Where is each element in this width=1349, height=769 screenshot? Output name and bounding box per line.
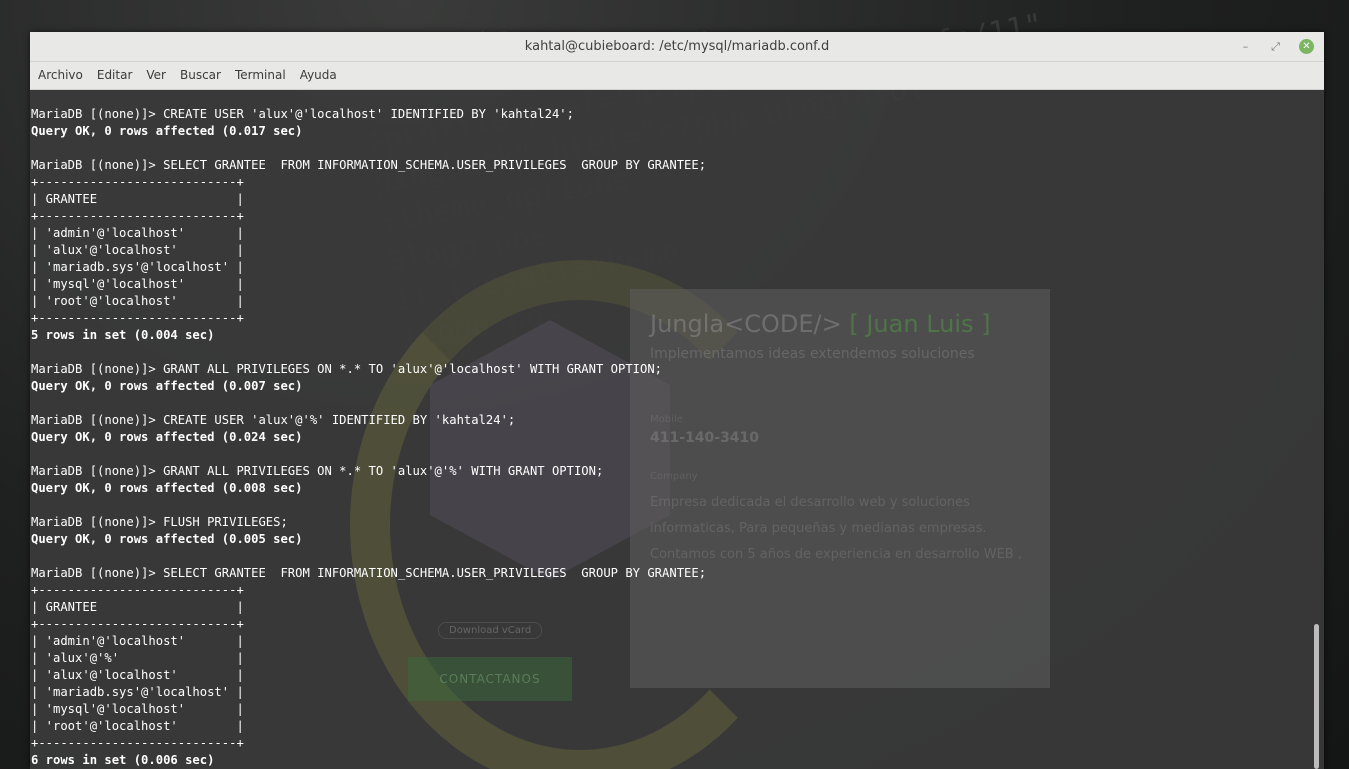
minimize-icon[interactable]: – — [1238, 39, 1253, 54]
background-site-description: Empresa dedicada el desarrollo web y sol… — [650, 490, 1030, 568]
terminal-line: Query OK, 0 rows affected (0.005 sec) — [31, 532, 303, 546]
terminal-line: 5 rows in set (0.004 sec) — [31, 328, 215, 342]
terminal-output: MariaDB [(none)]> CREATE USER 'alux'@'lo… — [31, 106, 706, 769]
close-icon[interactable]: ✕ — [1299, 39, 1314, 54]
terminal-line: +---------------------------+ — [31, 583, 244, 597]
background-desc-line: Contamos con 5 años de experiencia en de… — [650, 547, 1022, 562]
terminal-line: Query OK, 0 rows affected (0.017 sec) — [31, 124, 303, 138]
terminal-line: | GRANTEE | — [31, 192, 244, 206]
terminal-line: MariaDB [(none)]> FLUSH PRIVILEGES; — [31, 515, 288, 529]
terminal-line: | 'alux'@'localhost' | — [31, 668, 244, 682]
terminal-line: | 'mysql'@'localhost' | — [31, 702, 244, 716]
menu-terminal[interactable]: Terminal — [227, 62, 292, 89]
terminal-line: MariaDB [(none)]> CREATE USER 'alux'@'lo… — [31, 107, 574, 121]
terminal-line: Query OK, 0 rows affected (0.024 sec) — [31, 430, 303, 444]
maximize-icon[interactable]: ⤢ — [1268, 39, 1283, 54]
terminal-line: MariaDB [(none)]> CREATE USER 'alux'@'%'… — [31, 413, 516, 427]
terminal-line: MariaDB [(none)]> SELECT GRANTEE FROM IN… — [31, 566, 707, 580]
terminal-line: | 'alux'@'localhost' | — [31, 243, 244, 257]
terminal-line: +---------------------------+ — [31, 617, 244, 631]
terminal-line: | 'admin'@'localhost' | — [31, 634, 244, 648]
menu-archivo[interactable]: Archivo — [30, 62, 89, 89]
menu-ver[interactable]: Ver — [138, 62, 172, 89]
terminal-line: | 'mariadb.sys'@'localhost' | — [31, 260, 244, 274]
terminal-line: | 'root'@'localhost' | — [31, 719, 244, 733]
terminal-line: +---------------------------+ — [31, 736, 244, 750]
terminal-line: | 'mysql'@'localhost' | — [31, 277, 244, 291]
menu-bar: Archivo Editar Ver Buscar Terminal Ayuda — [30, 62, 1324, 90]
terminal-line: +---------------------------+ — [31, 209, 244, 223]
terminal-line: MariaDB [(none)]> SELECT GRANTEE FROM IN… — [31, 158, 707, 172]
background-desc-line: informaticas, Para pequeñas y medianas e… — [650, 521, 987, 536]
terminal-line: Query OK, 0 rows affected (0.007 sec) — [31, 379, 303, 393]
window-title: kahtal@cubieboard: /etc/mysql/mariadb.co… — [524, 39, 830, 54]
terminal-line: MariaDB [(none)]> GRANT ALL PRIVILEGES O… — [31, 464, 604, 478]
terminal-line: 6 rows in set (0.006 sec) — [31, 753, 215, 767]
menu-ayuda[interactable]: Ayuda — [292, 62, 343, 89]
terminal-line: +---------------------------+ — [31, 311, 244, 325]
background-desc-line: Empresa dedicada el desarrollo web y sol… — [650, 495, 970, 510]
menu-buscar[interactable]: Buscar — [172, 62, 227, 89]
terminal-line: | 'alux'@'%' | — [31, 651, 244, 665]
terminal-area[interactable]: Jungla<CODE/> [ Juan Luis ] Implementamo… — [30, 90, 1324, 769]
terminal-line: Query OK, 0 rows affected (0.008 sec) — [31, 481, 303, 495]
terminal-line: +---------------------------+ — [31, 175, 244, 189]
terminal-line: MariaDB [(none)]> GRANT ALL PRIVILEGES O… — [31, 362, 663, 376]
menu-editar[interactable]: Editar — [89, 62, 139, 89]
terminal-line: | 'mariadb.sys'@'localhost' | — [31, 685, 244, 699]
title-bar[interactable]: kahtal@cubieboard: /etc/mysql/mariadb.co… — [30, 32, 1324, 62]
terminal-line: | 'root'@'localhost' | — [31, 294, 244, 308]
background-brand-accent: [ Juan Luis ] — [849, 310, 991, 338]
terminal-window: kahtal@cubieboard: /etc/mysql/mariadb.co… — [30, 32, 1324, 769]
terminal-line: | GRANTEE | — [31, 600, 244, 614]
terminal-scrollbar[interactable] — [1314, 624, 1319, 769]
terminal-line: | 'admin'@'localhost' | — [31, 226, 244, 240]
